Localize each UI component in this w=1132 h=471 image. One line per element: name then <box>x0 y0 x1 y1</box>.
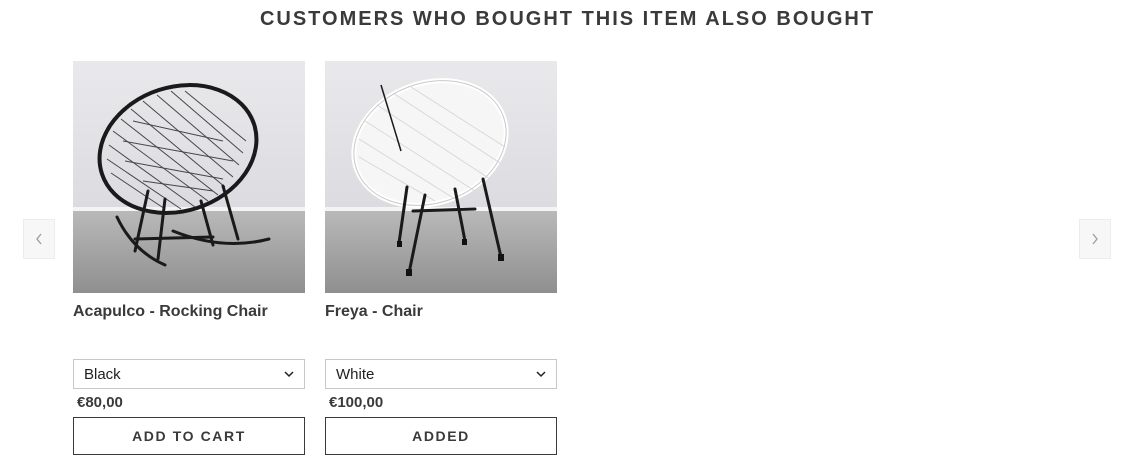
section-title: CUSTOMERS WHO BOUGHT THIS ITEM ALSO BOUG… <box>259 8 876 30</box>
product-card: Freya - Chair White €100,00 ADDED <box>325 61 557 455</box>
black-rocking-chair-image[interactable] <box>73 61 305 293</box>
product-card: Acapulco - Rocking Chair Black €80,00 AD… <box>73 61 305 455</box>
variant-select[interactable]: White <box>325 359 557 389</box>
variant-select[interactable]: Black <box>73 359 305 389</box>
chevron-down-icon <box>284 370 294 377</box>
product-title[interactable]: Freya - Chair <box>325 302 423 322</box>
white-chair-image[interactable] <box>325 61 557 293</box>
chevron-right-icon <box>1092 233 1098 245</box>
carousel-prev-button[interactable] <box>23 219 55 259</box>
chevron-left-icon <box>36 233 42 245</box>
product-title[interactable]: Acapulco - Rocking Chair <box>73 302 268 322</box>
variant-select-value: Black <box>84 365 121 383</box>
added-to-cart-button[interactable]: ADDED <box>325 417 557 455</box>
add-to-cart-button[interactable]: ADD TO CART <box>73 417 305 455</box>
chevron-down-icon <box>536 370 546 377</box>
carousel-next-button[interactable] <box>1079 219 1111 259</box>
product-price: €100,00 <box>329 394 384 411</box>
variant-select-value: White <box>336 365 375 383</box>
product-price: €80,00 <box>77 394 123 411</box>
related-products-section: CUSTOMERS WHO BOUGHT THIS ITEM ALSO BOUG… <box>0 0 1132 471</box>
